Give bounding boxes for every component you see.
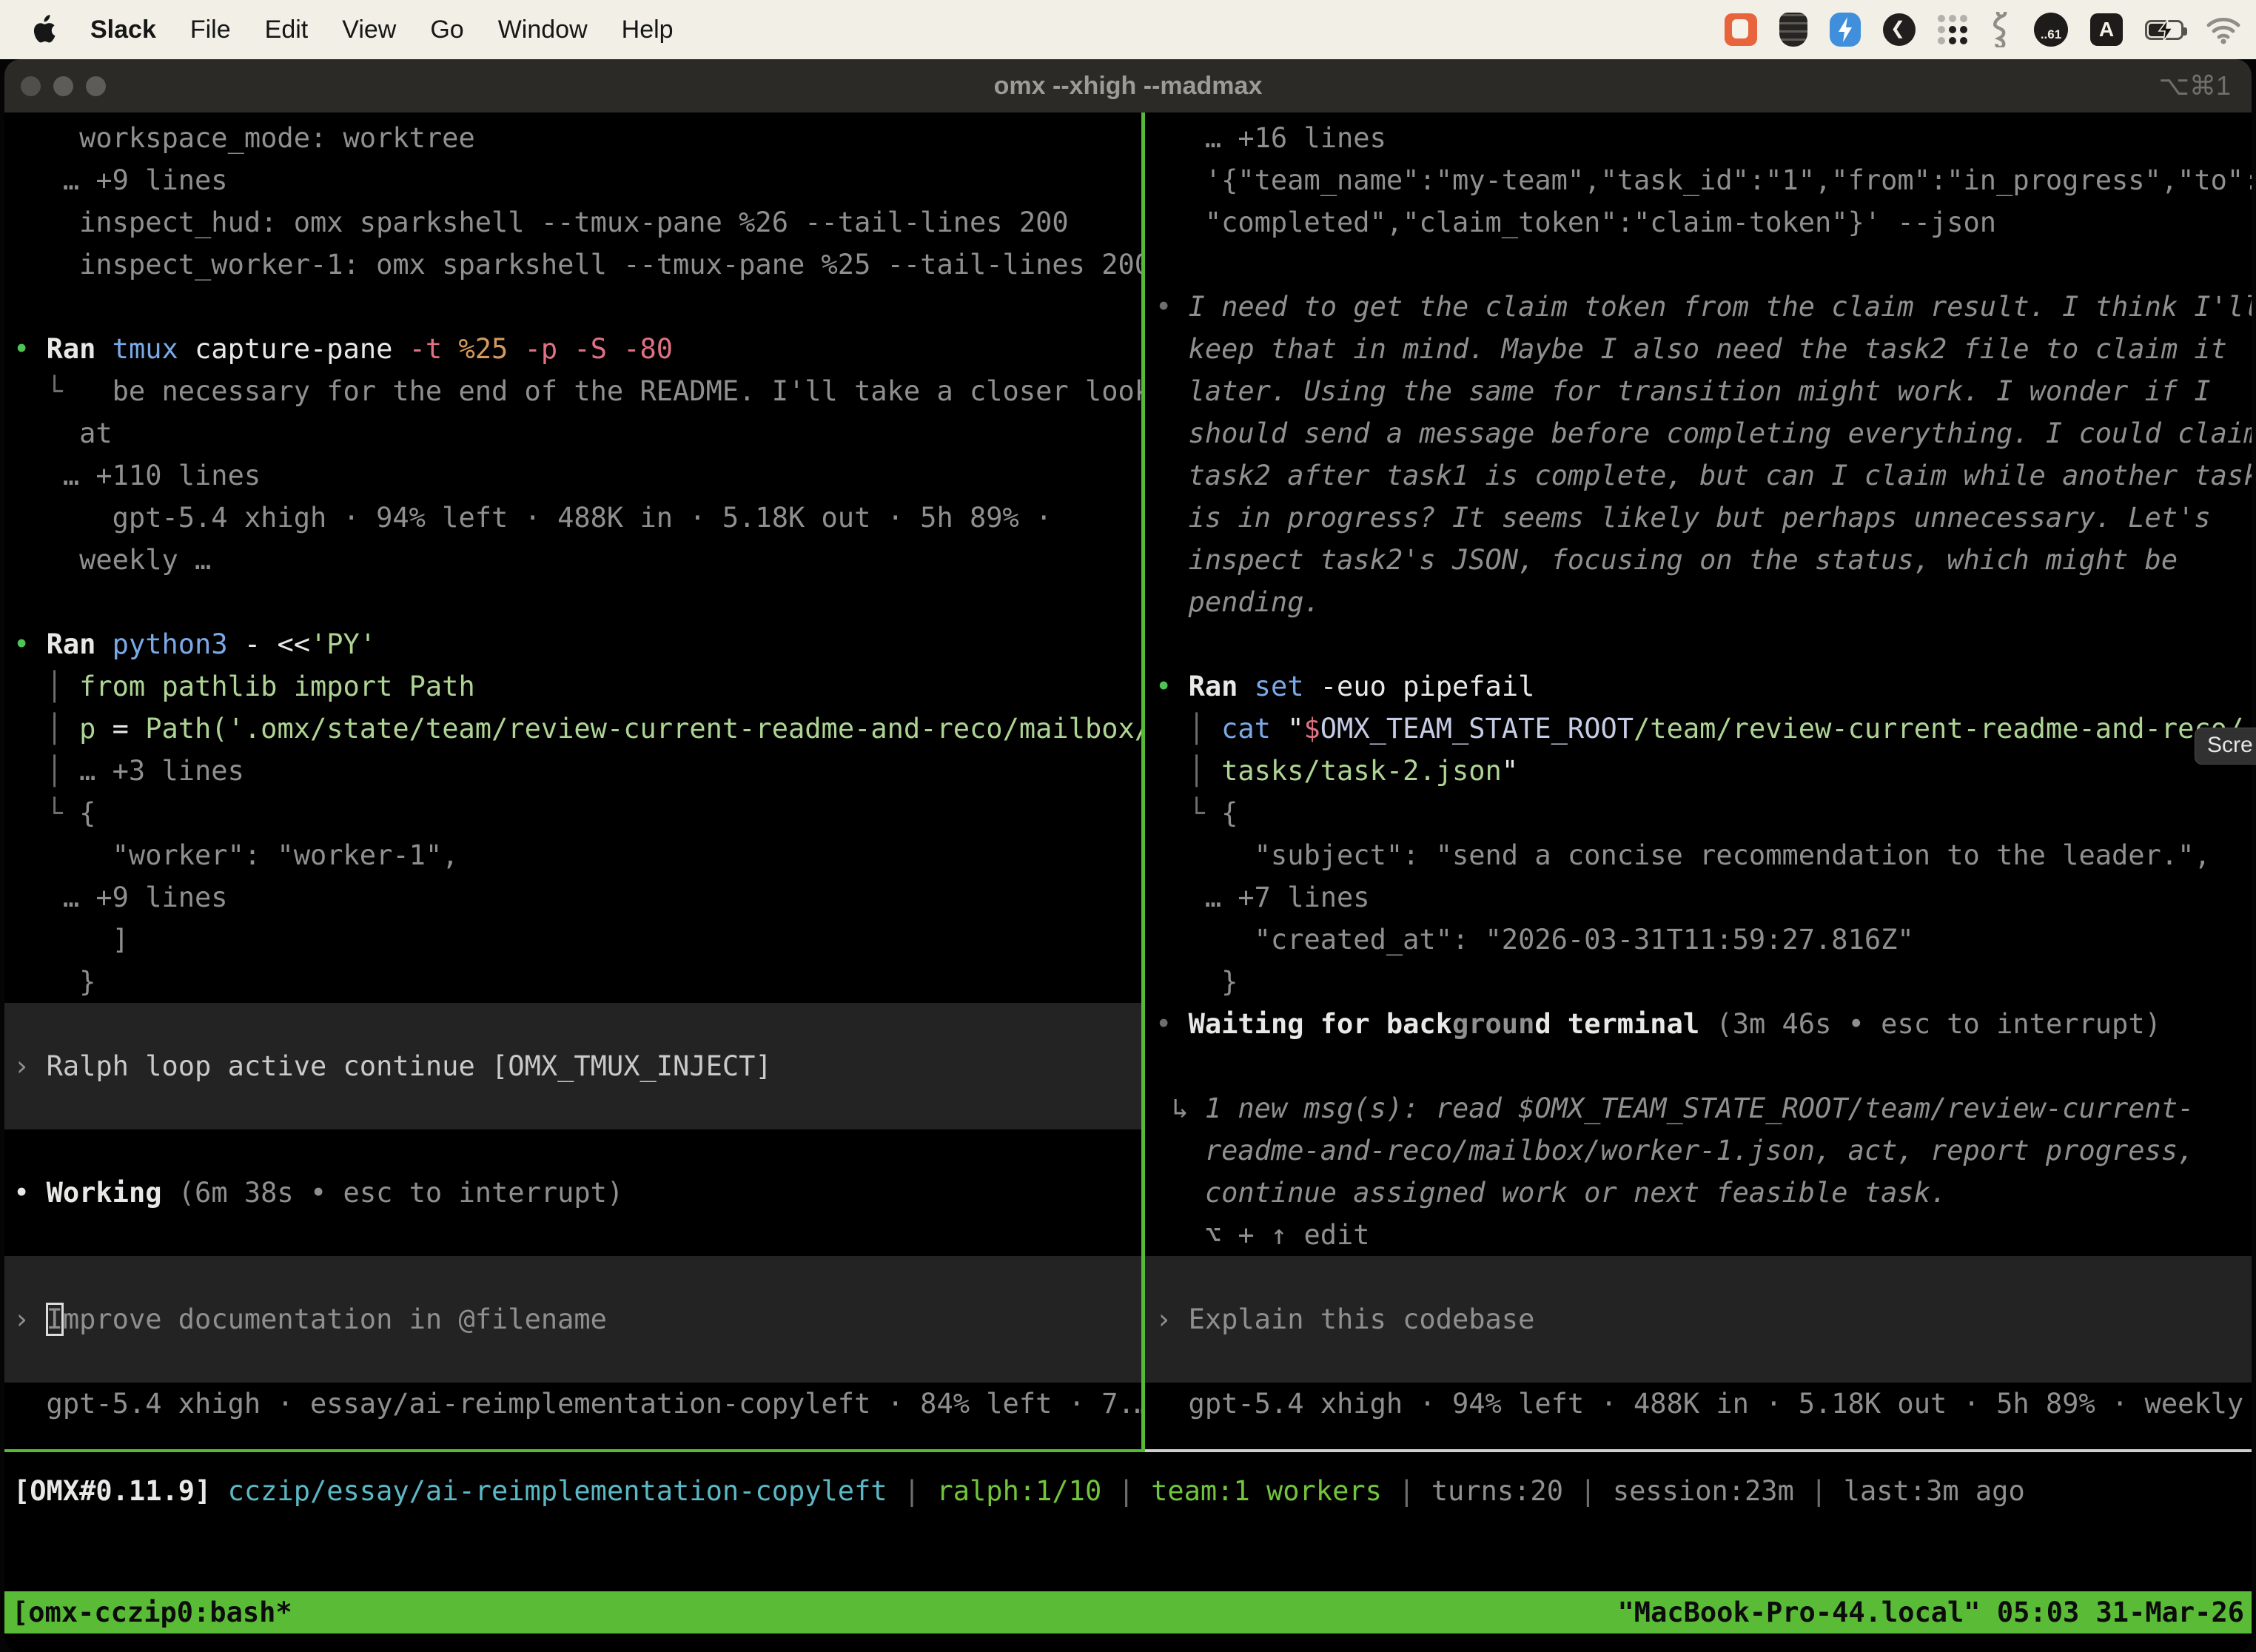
terminal-line: └ { xyxy=(13,792,1141,834)
speed-bolt-icon[interactable] xyxy=(1830,13,1861,47)
terminal-line: … +9 lines xyxy=(13,876,1141,919)
right-prompt-input[interactable]: › Explain this codebase xyxy=(1145,1256,2252,1383)
terminal-line xyxy=(13,1214,1141,1256)
terminal-line: • Working (6m 38s • esc to interrupt) xyxy=(13,1172,1141,1214)
window-title: omx --xhigh --madmax xyxy=(4,72,2252,101)
terminal-window: omx --xhigh --madmax ⌥⌘1 workspace_mode:… xyxy=(4,59,2252,1652)
terminal-line: weekly … xyxy=(13,539,1141,581)
menu-go[interactable]: Go xyxy=(430,16,463,44)
terminal-line: • Ran set -euo pipefail xyxy=(1155,665,2252,708)
terminal-line: pending. xyxy=(1155,581,2252,623)
terminal-line xyxy=(13,1129,1141,1172)
omx-hud-statusline: [OMX#0.11.9] cczip/essay/ai-reimplementa… xyxy=(13,1470,2252,1512)
terminal-content: workspace_mode: worktree … +9 lines insp… xyxy=(4,113,2252,1652)
window-shortcut-hint: ⌥⌘1 xyxy=(2158,70,2252,101)
menu-window[interactable]: Window xyxy=(498,16,588,44)
terminal-line: should send a message before completing … xyxy=(1155,412,2252,454)
terminal-line: │ cat "$OMX_TEAM_STATE_ROOT/team/review-… xyxy=(1155,708,2252,750)
keyboard-layout-icon[interactable]: A xyxy=(2090,13,2123,46)
apple-logo-icon[interactable] xyxy=(31,15,56,44)
left-pane[interactable]: workspace_mode: worktree … +9 lines insp… xyxy=(4,113,1141,1449)
terminal-line: • Ran tmux capture-pane -t %25 -p -S -80 xyxy=(13,328,1141,370)
terminal-line: › Ralph loop active continue [OMX_TMUX_I… xyxy=(13,1045,1141,1087)
tmux-host-clock: "MacBook-Pro-44.local" 05:03 31-Mar-26 xyxy=(1618,1591,2252,1633)
terminal-line: inspect task2's JSON, focusing on the st… xyxy=(1155,539,2252,581)
hook-icon[interactable] xyxy=(1990,12,2012,47)
terminal-line xyxy=(1155,1045,2252,1087)
terminal-line: • Ran python3 - <<'PY' xyxy=(13,623,1141,665)
terminal-line: [OMX#0.11.9] cczip/essay/ai-reimplementa… xyxy=(13,1470,2252,1512)
menu-file[interactable]: File xyxy=(190,16,231,44)
tmux-status-bar: [omx-cczip0:bash* "MacBook-Pro-44.local"… xyxy=(4,1591,2252,1633)
menu-help[interactable]: Help xyxy=(622,16,674,44)
terminal-line xyxy=(1155,623,2252,665)
dots-grid-icon[interactable] xyxy=(1938,15,1967,44)
terminal-line: keep that in mind. Maybe I also need the… xyxy=(1155,328,2252,370)
menu-slack[interactable]: Slack xyxy=(90,16,156,44)
wifi-icon[interactable] xyxy=(2206,15,2241,44)
tmux-session-name: [omx-cczip0:bash* xyxy=(4,1591,292,1633)
terminal-line: ⌥ + ↑ edit xyxy=(1155,1214,2252,1256)
terminal-line: › Explain this codebase xyxy=(1155,1298,2252,1340)
window-titlebar[interactable]: omx --xhigh --madmax ⌥⌘1 xyxy=(4,59,2252,113)
right-pane[interactable]: … +16 lines '{"team_name":"my-team","tas… xyxy=(1145,113,2252,1449)
menu-bar: Slack File Edit View Go Window Help ..61… xyxy=(0,0,2256,59)
terminal-line: is in progress? It seems likely but perh… xyxy=(1155,497,2252,539)
terminal-line xyxy=(13,286,1141,328)
lens-badge-icon[interactable]: ..61 xyxy=(2034,13,2068,47)
working-status: • Working (6m 38s • esc to interrupt) xyxy=(4,1129,1141,1256)
terminal-line xyxy=(1155,244,2252,286)
terminal-line: gpt-5.4 xhigh · 94% left · 488K in · 5.1… xyxy=(13,497,1141,539)
screen-tooltip: Scre xyxy=(2195,728,2256,765)
terminal-line: } xyxy=(13,961,1141,1003)
terminal-line: gpt-5.4 xhigh · 94% left · 488K in · 5.1… xyxy=(1155,1383,2252,1425)
menu-edit[interactable]: Edit xyxy=(265,16,309,44)
terminal-line: └ be necessary for the end of the README… xyxy=(13,370,1141,412)
screenshot-chat-icon[interactable] xyxy=(1725,13,1757,46)
left-session-statusline: gpt-5.4 xhigh · essay/ai-reimplementatio… xyxy=(4,1383,1141,1425)
terminal-line: • Waiting for background terminal (3m 46… xyxy=(1155,1003,2252,1045)
terminal-line: • I need to get the claim token from the… xyxy=(1155,286,2252,328)
terminal-line: later. Using the same for transition mig… xyxy=(1155,370,2252,412)
terminal-line: inspect_hud: omx sparkshell --tmux-pane … xyxy=(13,201,1141,244)
inject-banner: › Ralph loop active continue [OMX_TMUX_I… xyxy=(4,1003,1141,1129)
right-session-statusline: gpt-5.4 xhigh · 94% left · 488K in · 5.1… xyxy=(1145,1383,2252,1425)
terminal-line: gpt-5.4 xhigh · essay/ai-reimplementatio… xyxy=(13,1383,1141,1425)
terminal-line: inspect_worker-1: omx sparkshell --tmux-… xyxy=(13,244,1141,286)
right-pane-log: … +16 lines '{"team_name":"my-team","tas… xyxy=(1145,113,2252,1256)
terminal-line: workspace_mode: worktree xyxy=(13,117,1141,159)
terminal-line xyxy=(13,581,1141,623)
terminal-line: … +7 lines xyxy=(1155,876,2252,919)
terminal-line: │ p = Path('.omx/state/team/review-curre… xyxy=(13,708,1141,750)
terminal-line: │ tasks/task-2.json" xyxy=(1155,750,2252,792)
battery-charging-icon[interactable] xyxy=(2145,20,2183,40)
crescent-circle-icon[interactable] xyxy=(1883,13,1916,46)
terminal-line: "completed","claim_token":"claim-token"}… xyxy=(1155,201,2252,244)
terminal-line: task2 after task1 is complete, but can I… xyxy=(1155,454,2252,497)
bottom-divider-inactive xyxy=(1145,1449,2252,1452)
left-prompt-input[interactable]: › Improve documentation in @filename xyxy=(4,1256,1141,1383)
terminal-line: … +9 lines xyxy=(13,159,1141,201)
shield-grid-icon[interactable] xyxy=(1779,13,1807,47)
terminal-line: ] xyxy=(13,919,1141,961)
terminal-line: continue assigned work or next feasible … xyxy=(1155,1172,2252,1214)
terminal-line: "created_at": "2026-03-31T11:59:27.816Z" xyxy=(1155,919,2252,961)
terminal-line: › Improve documentation in @filename xyxy=(13,1298,1141,1340)
terminal-line: └ { xyxy=(1155,792,2252,834)
terminal-line: at xyxy=(13,412,1141,454)
left-pane-log: workspace_mode: worktree … +9 lines insp… xyxy=(4,113,1141,1003)
text-cursor: I xyxy=(47,1303,63,1335)
terminal-line: ↳ 1 new msg(s): read $OMX_TEAM_STATE_ROO… xyxy=(1155,1087,2252,1129)
terminal-line: readme-and-reco/mailbox/worker-1.json, a… xyxy=(1155,1129,2252,1172)
terminal-line: │ … +3 lines xyxy=(13,750,1141,792)
terminal-line: … +110 lines xyxy=(13,454,1141,497)
terminal-line: "subject": "send a concise recommendatio… xyxy=(1155,834,2252,876)
terminal-line: } xyxy=(1155,961,2252,1003)
terminal-line: … +16 lines xyxy=(1155,117,2252,159)
bottom-divider-active xyxy=(4,1449,1145,1452)
terminal-line: │ from pathlib import Path xyxy=(13,665,1141,708)
menu-view[interactable]: View xyxy=(342,16,396,44)
terminal-line: "worker": "worker-1", xyxy=(13,834,1141,876)
terminal-line: '{"team_name":"my-team","task_id":"1","f… xyxy=(1155,159,2252,201)
